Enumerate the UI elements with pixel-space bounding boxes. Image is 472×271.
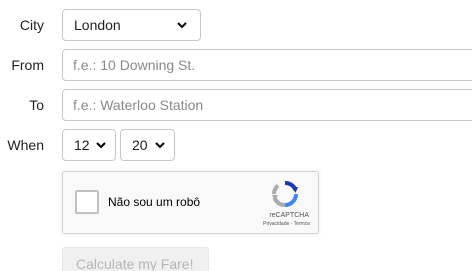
city-select[interactable]: London	[62, 9, 201, 41]
recaptcha-checkbox[interactable]	[75, 190, 99, 214]
chevron-down-icon	[96, 130, 106, 160]
when-label: When	[7, 137, 44, 153]
recaptcha-checkbox-label: Não sou um robô	[108, 195, 201, 209]
fare-calculator-form: City London From f.e.: 10 Downing St. To…	[0, 0, 472, 271]
to-label: To	[29, 97, 44, 113]
recaptcha-privacy-terms-links[interactable]: Privacidade - Termos	[263, 221, 310, 228]
recaptcha-brand: reCAPTCHA	[269, 212, 309, 219]
city-select-value: London	[74, 17, 121, 33]
city-label: City	[19, 17, 44, 33]
chevron-down-icon	[155, 130, 165, 160]
recaptcha-logo-icon	[270, 179, 300, 209]
calculate-fare-button[interactable]: Calculate my Fare!	[62, 247, 209, 271]
hour-select-value: 12	[74, 137, 90, 153]
chevron-down-icon	[177, 10, 187, 40]
from-input-placeholder: f.e.: 10 Downing St.	[73, 57, 196, 73]
to-input-placeholder: f.e.: Waterloo Station	[73, 97, 204, 113]
hour-select[interactable]: 12	[62, 129, 116, 161]
to-input[interactable]: f.e.: Waterloo Station	[62, 89, 472, 121]
recaptcha-widget: Não sou um robô reCAPTCHA Privacidade - …	[62, 171, 319, 234]
minute-select[interactable]: 20	[120, 129, 175, 161]
from-label: From	[11, 57, 44, 73]
from-input[interactable]: f.e.: 10 Downing St.	[62, 49, 472, 81]
minute-select-value: 20	[132, 137, 148, 153]
